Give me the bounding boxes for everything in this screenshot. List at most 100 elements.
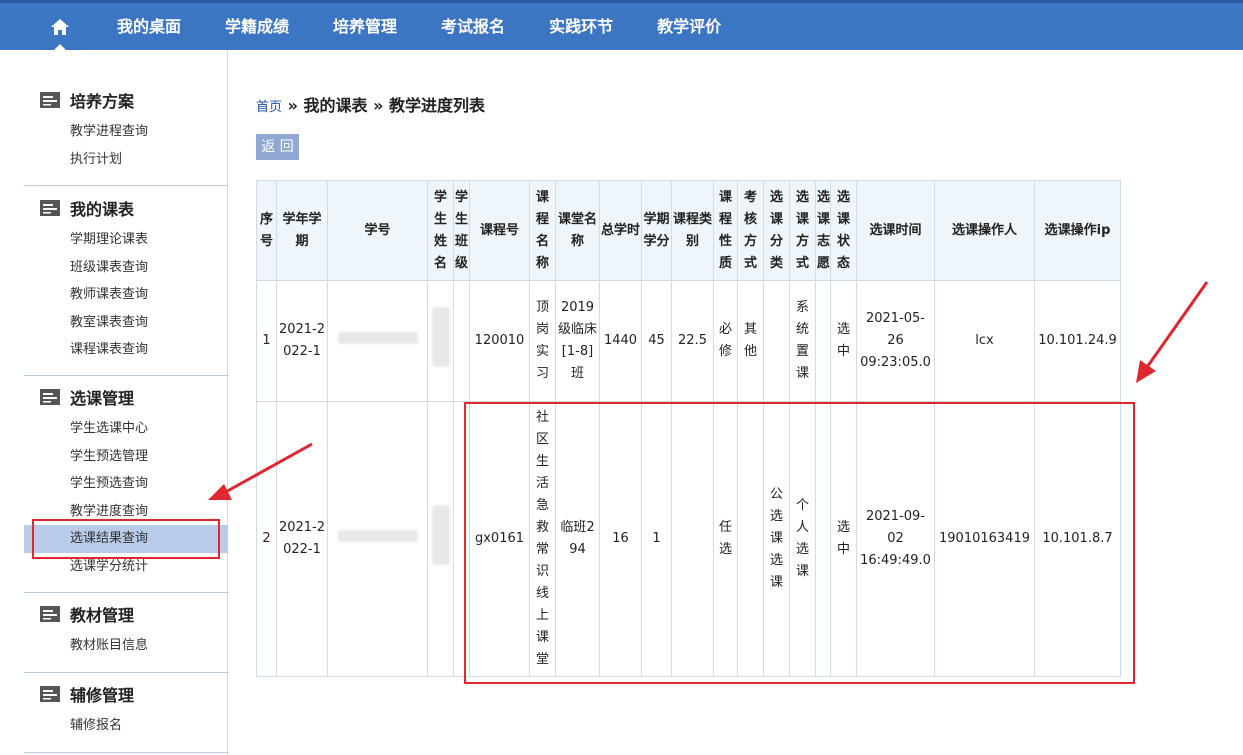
col-header: 学号 xyxy=(327,180,428,281)
sidebar-section-timetable: 我的课表 学期理论课表 班级课表查询 教师课表查询 教室课表查询 课程课表查询 xyxy=(24,196,228,364)
table-cell xyxy=(815,280,831,402)
table-cell: 选中 xyxy=(830,280,857,402)
col-header: 课堂名称 xyxy=(555,180,600,281)
sidebar-section-header[interactable]: 辅修管理 xyxy=(24,682,228,706)
table-row: 1 2021-2022-1 120010 顶岗实习 2019级临床[1-8]班 … xyxy=(256,280,1121,402)
home-button[interactable] xyxy=(40,3,80,50)
annotation-highlight-box xyxy=(464,402,1135,684)
col-header: 课程类别 xyxy=(671,180,714,281)
divider xyxy=(24,752,228,753)
top-nav-bar: 我的桌面 学籍成绩 培养管理 考试报名 实践环节 教学评价 xyxy=(0,0,1243,50)
col-header: 选课操作人 xyxy=(934,180,1035,281)
col-header: 课程性质 xyxy=(713,180,738,281)
sidebar-item[interactable]: 教师课表查询 xyxy=(24,281,228,309)
col-header: 考核方式 xyxy=(737,180,764,281)
table-header-row: 序号 学年学期 学号 学生姓名 学生班级 课程号 课程名称 课堂名称 总学时 学… xyxy=(256,180,1121,281)
table-cell: 顶岗实习 xyxy=(529,280,556,402)
sidebar-section-header[interactable]: 培养方案 xyxy=(24,88,228,112)
sidebar-item[interactable]: 教学进程查询 xyxy=(24,118,228,146)
sidebar-item[interactable]: 学期理论课表 xyxy=(24,226,228,254)
divider xyxy=(24,672,228,673)
nav-item-training[interactable]: 培养管理 xyxy=(311,3,419,50)
table-cell: 2021-2022-1 xyxy=(276,280,328,402)
nav-item-desktop[interactable]: 我的桌面 xyxy=(95,3,203,50)
col-header: 总学时 xyxy=(599,180,642,281)
breadcrumb-separator: » xyxy=(282,96,304,115)
sidebar-item[interactable]: 学生预选管理 xyxy=(24,443,228,471)
sidebar-item[interactable]: 教材账目信息 xyxy=(24,632,228,660)
col-header: 选课分类 xyxy=(763,180,790,281)
main-nav: 我的桌面 学籍成绩 培养管理 考试报名 实践环节 教学评价 xyxy=(95,3,743,50)
list-icon xyxy=(40,389,60,405)
table-cell: 2021-05-26 09:23:05.0 xyxy=(856,280,935,402)
annotation-highlight-box xyxy=(32,519,220,559)
table-cell-redacted xyxy=(453,280,470,402)
nav-item-practice[interactable]: 实践环节 xyxy=(527,3,635,50)
sidebar-section-textbook: 教材管理 教材账目信息 xyxy=(24,602,228,660)
sidebar-item[interactable]: 教室课表查询 xyxy=(24,309,228,337)
sidebar-section-header[interactable]: 我的课表 xyxy=(24,196,228,220)
col-header: 学生姓名 xyxy=(427,180,454,281)
breadcrumb-current: 教学进度列表 xyxy=(389,96,486,115)
breadcrumb-home-link[interactable]: 首页 xyxy=(256,100,282,115)
sidebar-section-title: 辅修管理 xyxy=(70,686,135,705)
arrow-icon xyxy=(1136,281,1209,383)
list-icon xyxy=(40,92,60,108)
sidebar-section-minor: 辅修管理 辅修报名 xyxy=(24,682,228,740)
col-header: 选课志愿 xyxy=(815,180,831,281)
sidebar-section-plan: 培养方案 教学进程查询 执行计划 xyxy=(24,88,228,173)
table-cell: 2 xyxy=(256,401,277,677)
table-cell-redacted xyxy=(427,401,454,677)
nav-item-evaluation[interactable]: 教学评价 xyxy=(635,3,743,50)
sidebar-section-header[interactable]: 选课管理 xyxy=(24,385,228,409)
sidebar-section-title: 教材管理 xyxy=(70,606,135,625)
sidebar-item[interactable]: 执行计划 xyxy=(24,146,228,174)
divider xyxy=(24,185,228,186)
sidebar-section-title: 选课管理 xyxy=(70,389,135,408)
divider xyxy=(24,592,228,593)
table-cell: 45 xyxy=(641,280,672,402)
list-icon xyxy=(40,606,60,622)
sidebar-item[interactable]: 班级课表查询 xyxy=(24,254,228,282)
sidebar-section-title: 我的课表 xyxy=(70,200,135,219)
col-header: 选课方式 xyxy=(789,180,816,281)
list-icon xyxy=(40,200,60,216)
table-cell: 必修 xyxy=(713,280,738,402)
table-cell xyxy=(763,280,790,402)
col-header: 学生班级 xyxy=(453,180,470,281)
breadcrumb-separator: » xyxy=(367,96,389,115)
col-header: 序号 xyxy=(256,180,277,281)
sidebar-section-header[interactable]: 教材管理 xyxy=(24,602,228,626)
nav-item-grades[interactable]: 学籍成绩 xyxy=(203,3,311,50)
col-header: 选课操作ip xyxy=(1034,180,1121,281)
table-cell: 1 xyxy=(256,280,277,402)
col-header: 选课时间 xyxy=(856,180,935,281)
sidebar-item[interactable]: 学生选课中心 xyxy=(24,415,228,443)
list-icon xyxy=(40,686,60,702)
divider xyxy=(24,375,228,376)
sidebar-item[interactable]: 学生预选查询 xyxy=(24,470,228,498)
col-header: 选课状态 xyxy=(830,180,857,281)
col-header: 学年学期 xyxy=(276,180,328,281)
table-cell: 10.101.24.9 xyxy=(1034,280,1121,402)
table-cell: 2021-2022-1 xyxy=(276,401,328,677)
table-cell-redacted xyxy=(327,401,428,677)
col-header: 学期学分 xyxy=(641,180,672,281)
table-cell: 系统置课 xyxy=(789,280,816,402)
sidebar-section-title: 培养方案 xyxy=(70,92,135,111)
table-cell: 22.5 xyxy=(671,280,714,402)
table-cell-redacted xyxy=(427,280,454,402)
home-icon xyxy=(51,18,69,35)
sidebar-item[interactable]: 课程课表查询 xyxy=(24,336,228,364)
col-header: 课程名称 xyxy=(529,180,556,281)
table-cell-redacted xyxy=(327,280,428,402)
sidebar-item[interactable]: 辅修报名 xyxy=(24,712,228,740)
breadcrumb-level1: 我的课表 xyxy=(303,96,368,115)
nav-item-exam[interactable]: 考试报名 xyxy=(419,3,527,50)
back-button[interactable]: 返 回 xyxy=(256,134,299,160)
table-cell: 120010 xyxy=(469,280,530,402)
table-cell: 1440 xyxy=(599,280,642,402)
table-cell: 其他 xyxy=(737,280,764,402)
breadcrumb: 首页 » 我的课表 » 教学进度列表 xyxy=(256,92,485,116)
col-header: 课程号 xyxy=(469,180,530,281)
